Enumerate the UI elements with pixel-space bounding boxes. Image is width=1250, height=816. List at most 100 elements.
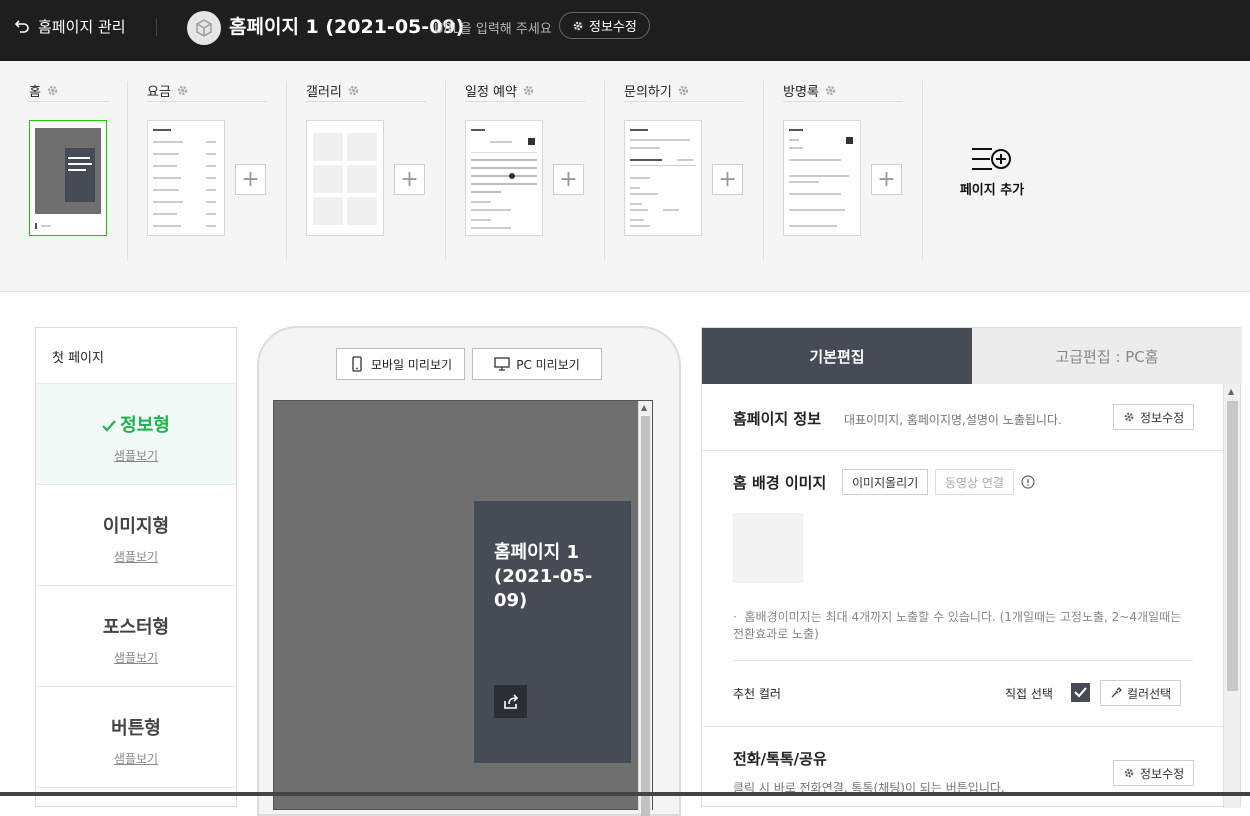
mobile-preview-button[interactable]: 모바일 미리보기 [336, 348, 465, 380]
preview-screen: 홈페이지 1 (2021-05-09) ▲ [273, 400, 653, 816]
sample-link[interactable]: 샘플보기 [36, 750, 236, 767]
page-name: 요금 [147, 85, 171, 100]
sample-link[interactable]: 샘플보기 [36, 447, 236, 464]
bg-image-slot[interactable] [733, 513, 803, 583]
share-icon [503, 693, 518, 709]
site-logo[interactable] [187, 11, 221, 45]
plus-icon: + [877, 166, 896, 192]
url-hint[interactable]: URL을 입력해 주세요 [434, 18, 552, 37]
cube-icon [196, 19, 212, 37]
layout-list: 첫 페이지 정보형 샘플보기 이미지형 샘플보기 포스터형 샘플보기 버튼형 샘… [35, 327, 237, 807]
monitor-icon [494, 357, 510, 371]
pc-preview-label: PC 미리보기 [516, 357, 580, 372]
plus-icon: + [400, 166, 419, 192]
add-page-button[interactable]: 페이지 추가 [956, 145, 1028, 201]
layout-name: 포스터형 [102, 617, 170, 638]
page-thumbnail-pricing[interactable] [147, 120, 225, 236]
add-section-button[interactable]: + [553, 164, 584, 195]
sample-link[interactable]: 샘플보기 [36, 548, 236, 565]
page-name: 일정 예약 [465, 85, 517, 100]
info-edit-label: 정보수정 [1140, 410, 1185, 425]
mobile-icon [352, 356, 362, 372]
layout-item-button[interactable]: 버튼형 샘플보기 [36, 687, 236, 788]
info-edit-button[interactable]: 정보수정 [1113, 404, 1195, 430]
page-thumbnail-gallery[interactable] [306, 120, 384, 236]
info-card: 홈페이지 1 (2021-05-09) [474, 501, 631, 763]
page-name: 문의하기 [624, 85, 672, 100]
recommend-color-label: 추천 컬러 [733, 687, 781, 701]
phone-info-edit-label: 정보수정 [1140, 766, 1185, 781]
eyedropper-icon [1111, 687, 1122, 698]
page-thumbnail-booking[interactable] [465, 120, 543, 236]
bottom-edge [0, 792, 1250, 796]
gear-icon[interactable] [522, 84, 535, 97]
add-section-button[interactable]: + [235, 164, 266, 195]
page-thumbnail-guestbook[interactable] [783, 120, 861, 236]
check-icon [1074, 687, 1087, 698]
divider [604, 81, 605, 261]
add-section-button[interactable]: + [394, 164, 425, 195]
page-thumbnail-inquiry[interactable] [624, 120, 702, 236]
add-section-button[interactable]: + [871, 164, 902, 195]
divider [733, 660, 1193, 661]
divider [156, 18, 157, 36]
page-thumbnail-home[interactable] [29, 120, 107, 236]
color-pick-label: 컬러선택 [1127, 686, 1172, 701]
section-title: 홈 배경 이미지 [733, 474, 827, 492]
gear-icon[interactable] [176, 84, 189, 97]
editor-tabs: 기본편집 고급편집 : PC홈 [702, 328, 1242, 384]
bg-image-note: · 홈배경이미지는 최대 4개까지 노출할 수 있습니다. (1개일때는 고정노… [733, 610, 1182, 641]
scroll-up-icon[interactable]: ▲ [641, 403, 647, 412]
sample-link[interactable]: 샘플보기 [36, 649, 236, 666]
scrollbar-thumb[interactable] [1227, 401, 1238, 691]
info-edit-button[interactable]: 정보수정 [559, 12, 650, 39]
gear-icon [573, 21, 583, 30]
tab-advanced-edit[interactable]: 고급편집 : PC홈 [972, 328, 1242, 384]
site-title: 홈페이지 1 (2021-05-09) [229, 16, 465, 38]
back-button[interactable]: 홈페이지 관리 [14, 14, 126, 38]
info-edit-label: 정보수정 [589, 20, 637, 35]
top-bar: 홈페이지 관리 홈페이지 1 (2021-05-09) URL을 입력해 주세요… [0, 0, 1250, 61]
page-tab-guestbook[interactable]: 방명록 [783, 80, 903, 102]
scrollbar-thumb[interactable] [641, 416, 650, 816]
gear-icon[interactable] [46, 84, 59, 97]
layout-item-image[interactable]: 이미지형 샘플보기 [36, 485, 236, 586]
check-icon [102, 420, 116, 432]
layout-name: 이미지형 [102, 516, 170, 537]
add-page-label: 페이지 추가 [959, 183, 1025, 198]
image-upload-button[interactable]: 이미지올리기 [842, 469, 929, 495]
back-arrow-icon [14, 20, 29, 33]
scroll-up-icon[interactable]: ▲ [1228, 387, 1234, 396]
editor-scrollbar[interactable]: ▲ [1223, 384, 1240, 808]
pc-preview-button[interactable]: PC 미리보기 [472, 348, 602, 380]
gear-icon[interactable] [824, 84, 837, 97]
layout-name-text: 정보형 [120, 415, 170, 436]
page-tab-gallery[interactable]: 갤러리 [306, 80, 426, 102]
direct-select-checkbox[interactable] [1071, 683, 1090, 702]
tab-basic-edit[interactable]: 기본편집 [702, 328, 972, 384]
info-icon[interactable] [1021, 475, 1035, 489]
mobile-preview-label: 모바일 미리보기 [370, 357, 453, 372]
card-title: 홈페이지 1 (2021-05-09) [494, 542, 593, 611]
gear-icon[interactable] [347, 84, 360, 97]
phone-info-edit-button[interactable]: 정보수정 [1113, 760, 1195, 786]
page-tab-booking[interactable]: 일정 예약 [465, 80, 585, 102]
phone-preview: 모바일 미리보기 PC 미리보기 홈페이지 1 (2021-05-09) ▲ [257, 326, 681, 816]
video-link-button[interactable]: 동영상 연결 [935, 469, 1015, 495]
back-label: 홈페이지 관리 [38, 17, 126, 36]
gear-icon [1124, 768, 1134, 778]
gear-icon [1124, 412, 1134, 422]
page-tab-home[interactable]: 홈 [29, 80, 109, 102]
gear-icon[interactable] [677, 84, 690, 97]
page-tab-pricing[interactable]: 요금 [147, 80, 267, 102]
add-section-button[interactable]: + [712, 164, 743, 195]
layout-item-info[interactable]: 정보형 샘플보기 [36, 384, 236, 485]
preview-scrollbar[interactable]: ▲ [638, 401, 652, 816]
share-button[interactable] [494, 685, 527, 718]
color-pick-button[interactable]: 컬러선택 [1100, 680, 1182, 706]
page-strip: 홈 요금 + 갤러리 + 일정 예약 + 문의하기 + 방명록 + 페이지 추가 [0, 61, 1250, 292]
page-tab-inquiry[interactable]: 문의하기 [624, 80, 744, 102]
layout-item-poster[interactable]: 포스터형 샘플보기 [36, 586, 236, 687]
section-title: 홈페이지 정보 [733, 410, 822, 428]
page-name: 방명록 [783, 85, 819, 100]
